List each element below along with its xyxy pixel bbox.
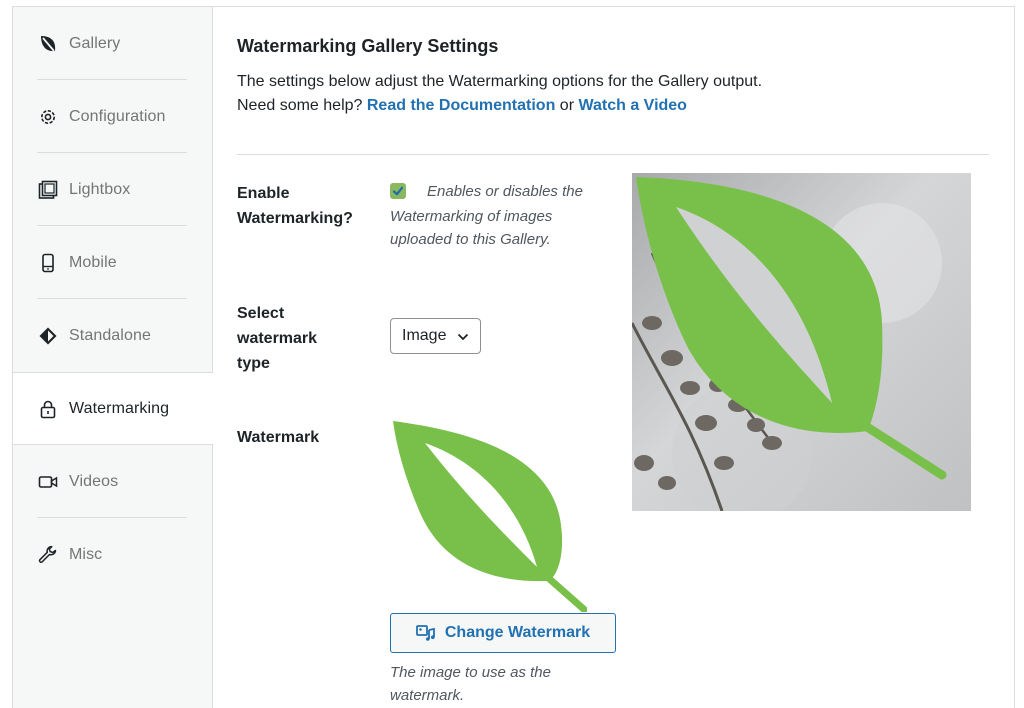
label-line: Select: [237, 305, 285, 322]
enable-watermarking-label: Enable Watermarking?: [237, 181, 353, 231]
page-description: The settings below adjust the Watermarki…: [237, 70, 762, 118]
mobile-icon: [37, 252, 59, 274]
gallery-icon: [37, 179, 59, 201]
settings-sidebar: Gallery Configuration Lightbox Mobile St…: [13, 7, 213, 708]
settings-content: Watermarking Gallery Settings The settin…: [237, 7, 1014, 708]
sidebar-item-watermarking[interactable]: Watermarking: [13, 372, 213, 445]
watermark-help-line2: watermark.: [390, 687, 465, 704]
sidebar-item-videos[interactable]: Videos: [13, 445, 212, 518]
enable-watermarking-checkbox[interactable]: [390, 183, 406, 199]
or-text: or: [559, 97, 575, 114]
button-label: Change Watermark: [444, 624, 591, 641]
label-line: watermark: [237, 330, 318, 347]
watermark-type-select[interactable]: Image: [390, 318, 481, 354]
watermark-help-line1: The image to use as the: [390, 664, 551, 681]
label-line: Enable: [237, 185, 290, 202]
help-prefix: Need some help?: [237, 97, 363, 114]
enable-help-line3: uploaded to this Gallery.: [390, 231, 551, 248]
description-text: The settings below adjust the Watermarki…: [237, 73, 763, 90]
sidebar-item-label: Lightbox: [69, 180, 131, 198]
help-line: Need some help? Read the Documentation o…: [237, 94, 762, 118]
sidebar-item-label: Misc: [69, 545, 103, 563]
wrench-icon: [37, 544, 59, 566]
change-watermark-button[interactable]: Change Watermark: [390, 613, 616, 653]
video-icon: [37, 471, 59, 493]
chevron-down-icon: [457, 333, 469, 341]
select-value: Image: [402, 327, 447, 344]
sidebar-item-label: Gallery: [69, 34, 121, 52]
sidebar-item-label: Configuration: [69, 107, 166, 125]
checkmark-icon: [392, 186, 404, 196]
watermark-leaf-image: [393, 421, 587, 612]
settings-panel: Gallery Configuration Lightbox Mobile St…: [12, 6, 1015, 708]
sidebar-item-mobile[interactable]: Mobile: [13, 226, 212, 299]
sidebar-item-gallery[interactable]: Gallery: [13, 7, 212, 80]
sidebar-item-lightbox[interactable]: Lightbox: [13, 153, 212, 226]
watch-video-link[interactable]: Watch a Video: [578, 97, 686, 114]
enable-help-line1: Enables or disables the: [427, 183, 583, 200]
lock-icon: [37, 398, 59, 420]
sidebar-item-label: Standalone: [69, 326, 151, 344]
page-title: Watermarking Gallery Settings: [237, 36, 499, 56]
label-line: type: [237, 355, 270, 372]
sidebar-item-misc[interactable]: Misc: [13, 518, 212, 591]
label-line: Watermarking?: [237, 210, 353, 227]
divider: [237, 154, 989, 155]
sidebar-item-label: Videos: [69, 472, 119, 490]
media-icon: [415, 624, 436, 642]
watermark-label: Watermark: [237, 429, 320, 446]
sidebar-item-label: Watermarking: [69, 399, 170, 417]
diamond-icon: [37, 325, 59, 347]
sidebar-item-standalone[interactable]: Standalone: [13, 299, 212, 372]
sidebar-item-label: Mobile: [69, 253, 117, 271]
leaf-icon: [37, 33, 59, 55]
watermark-type-label: Select watermark type: [237, 301, 317, 376]
gear-icon: [37, 106, 59, 128]
watermark-preview-image: [632, 173, 971, 511]
documentation-link[interactable]: Read the Documentation: [367, 97, 555, 114]
sidebar-item-configuration[interactable]: Configuration: [13, 80, 212, 153]
enable-help-line2: Watermarking of images: [390, 208, 553, 225]
